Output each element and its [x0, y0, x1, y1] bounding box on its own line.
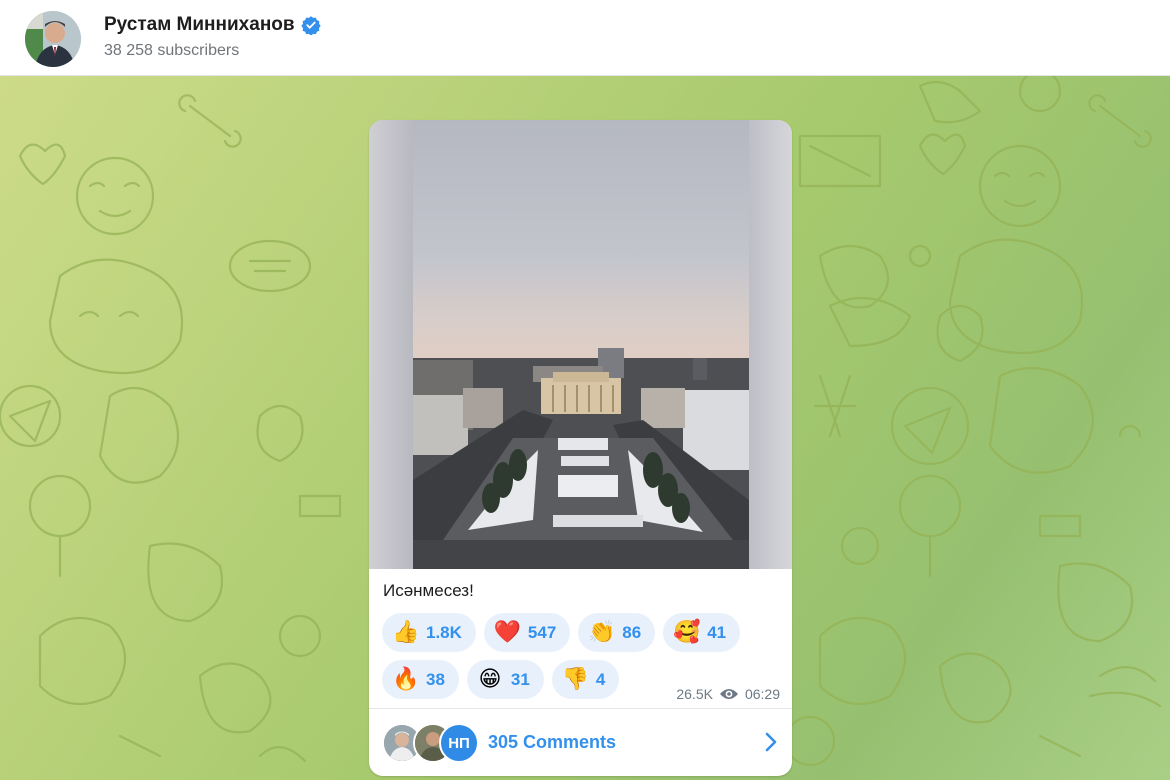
heart-icon: ❤️: [493, 619, 522, 645]
post-media[interactable]: [369, 120, 792, 569]
commenter-avatar: НП: [439, 723, 479, 763]
commenter-avatars: НП: [382, 723, 482, 763]
reaction-thumbs-up[interactable]: 👍 1.8K: [382, 613, 476, 652]
avatar-photo-icon: [25, 11, 81, 67]
reaction-count: 41: [707, 622, 727, 642]
title-row: Рустам Минниханов: [104, 14, 321, 36]
reaction-heart[interactable]: ❤️ 547: [483, 613, 571, 652]
media-blur-right: [749, 120, 792, 569]
reaction-grinning[interactable]: 😁 31: [466, 660, 544, 699]
post-caption: Исәнмесез!: [383, 581, 474, 600]
fire-icon: 🔥: [392, 666, 420, 692]
reaction-fire[interactable]: 🔥 38: [382, 660, 459, 699]
channel-avatar[interactable]: [25, 11, 81, 67]
subscriber-count: 38 258 subscribers: [104, 42, 240, 59]
reaction-count: 1.8K: [426, 622, 462, 642]
channel-post: Исәнмесез! 👍 1.8K ❤️ 547 👏 86 🥰 41 🔥 38 …: [369, 120, 792, 776]
clapping-hands-icon: 👏: [588, 619, 616, 645]
post-meta: 26.5K 06:29: [676, 686, 780, 702]
reaction-count: 4: [595, 669, 606, 689]
chevron-right-icon: [765, 732, 777, 752]
view-count: 26.5K: [676, 686, 713, 702]
thumbs-down-icon: 👎: [561, 666, 590, 692]
reaction-count: 547: [527, 622, 557, 642]
reaction-count: 38: [426, 669, 445, 689]
comments-button[interactable]: НП 305 Comments: [369, 709, 792, 776]
channel-title: Рустам Минниханов: [104, 14, 295, 35]
comments-count-label: 305 Comments: [488, 732, 617, 752]
reaction-clapping[interactable]: 👏 86: [578, 613, 656, 652]
reaction-thumbs-down[interactable]: 👎 4: [551, 660, 620, 699]
channel-header: Рустам Минниханов 38 258 subscribers: [0, 0, 1170, 76]
grinning-face-icon: 😁: [478, 666, 502, 692]
reaction-count: 86: [622, 622, 642, 642]
smiling-face-hearts-icon: 🥰: [673, 619, 701, 645]
media-blur-left: [369, 120, 413, 569]
verified-badge-icon: [300, 16, 321, 35]
thumbs-up-icon: 👍: [392, 619, 420, 645]
reactions-row-1: 👍 1.8K ❤️ 547 👏 86 🥰 41: [382, 613, 782, 652]
city-square-photo: [413, 120, 749, 569]
post-time: 06:29: [744, 686, 780, 702]
reaction-smiling-hearts[interactable]: 🥰 41: [663, 613, 741, 652]
channel-info[interactable]: Рустам Минниханов 38 258 subscribers: [104, 14, 321, 60]
eye-icon: [719, 689, 738, 699]
reaction-count: 31: [510, 669, 530, 689]
